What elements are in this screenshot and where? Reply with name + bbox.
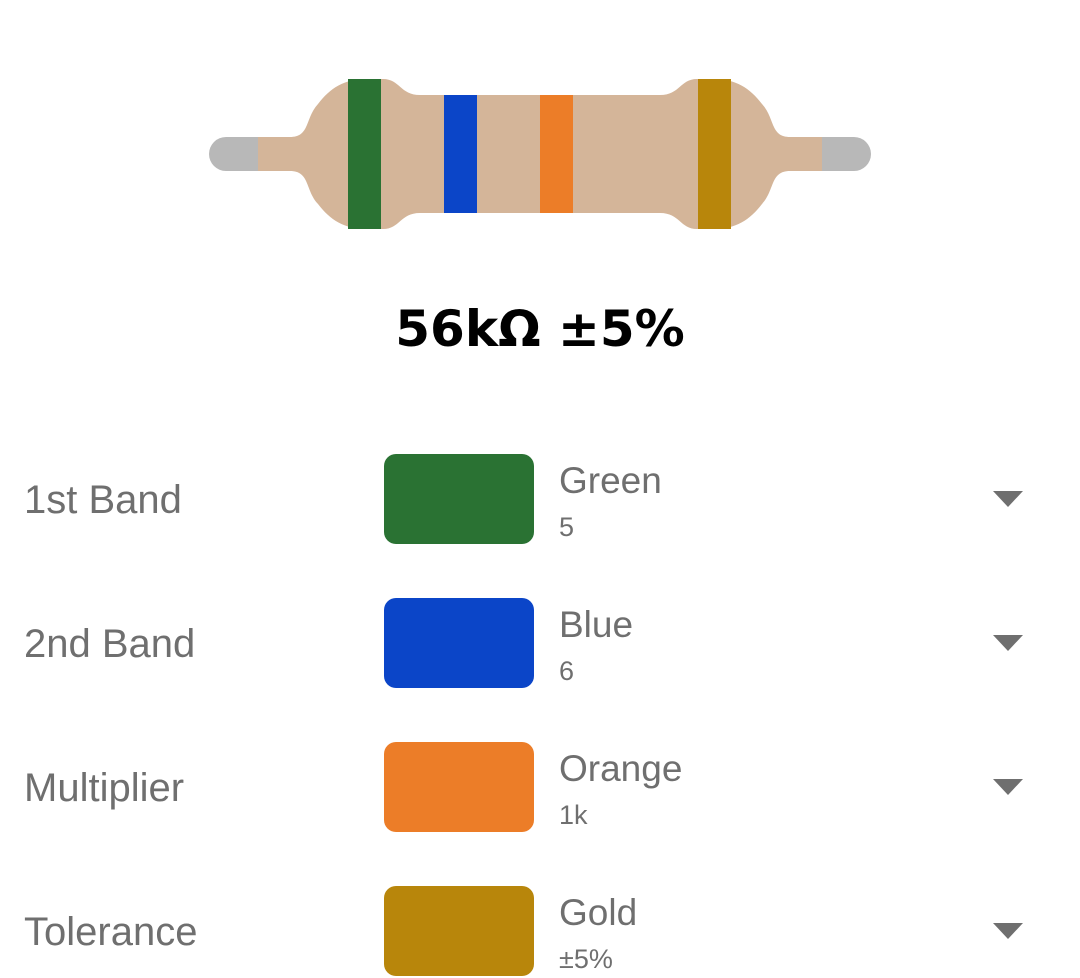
resistor-band-4 [698, 79, 731, 229]
resistor-band-1 [348, 79, 381, 229]
color-swatch[interactable] [384, 598, 534, 688]
band-row-tolerance[interactable]: Tolerance Gold ±5% [0, 886, 1080, 978]
resistor-graphic [209, 79, 871, 229]
band-row-1st-band[interactable]: 1st Band Green 5 [0, 454, 1080, 546]
dropdown-arrow-icon[interactable] [985, 628, 1031, 658]
band-label: 2nd Band [24, 622, 196, 666]
color-value: 6 [559, 656, 575, 686]
resistor-band-3 [540, 95, 573, 213]
color-name: Orange [559, 748, 683, 789]
band-label: Multiplier [24, 766, 185, 810]
band-row-2nd-band[interactable]: 2nd Band Blue 6 [0, 598, 1080, 690]
resistance-value: 56kΩ ±5% [395, 300, 685, 358]
dropdown-arrow-icon[interactable] [985, 484, 1031, 514]
color-value: 5 [559, 512, 575, 542]
color-name: Green [559, 460, 662, 501]
band-label: 1st Band [24, 478, 182, 522]
resistor-illustration [0, 0, 1080, 260]
color-name: Blue [559, 604, 634, 645]
color-swatch[interactable] [384, 742, 534, 832]
color-value: 1k [559, 800, 588, 830]
dropdown-arrow-icon[interactable] [985, 772, 1031, 802]
band-row-multiplier[interactable]: Multiplier Orange 1k [0, 742, 1080, 834]
band-label: Tolerance [24, 910, 198, 954]
resistor-band-2 [444, 95, 477, 213]
dropdown-arrow-icon[interactable] [985, 916, 1031, 946]
color-swatch[interactable] [384, 886, 534, 976]
color-value: ±5% [559, 944, 613, 974]
color-swatch[interactable] [384, 454, 534, 544]
color-name: Gold [559, 892, 638, 933]
